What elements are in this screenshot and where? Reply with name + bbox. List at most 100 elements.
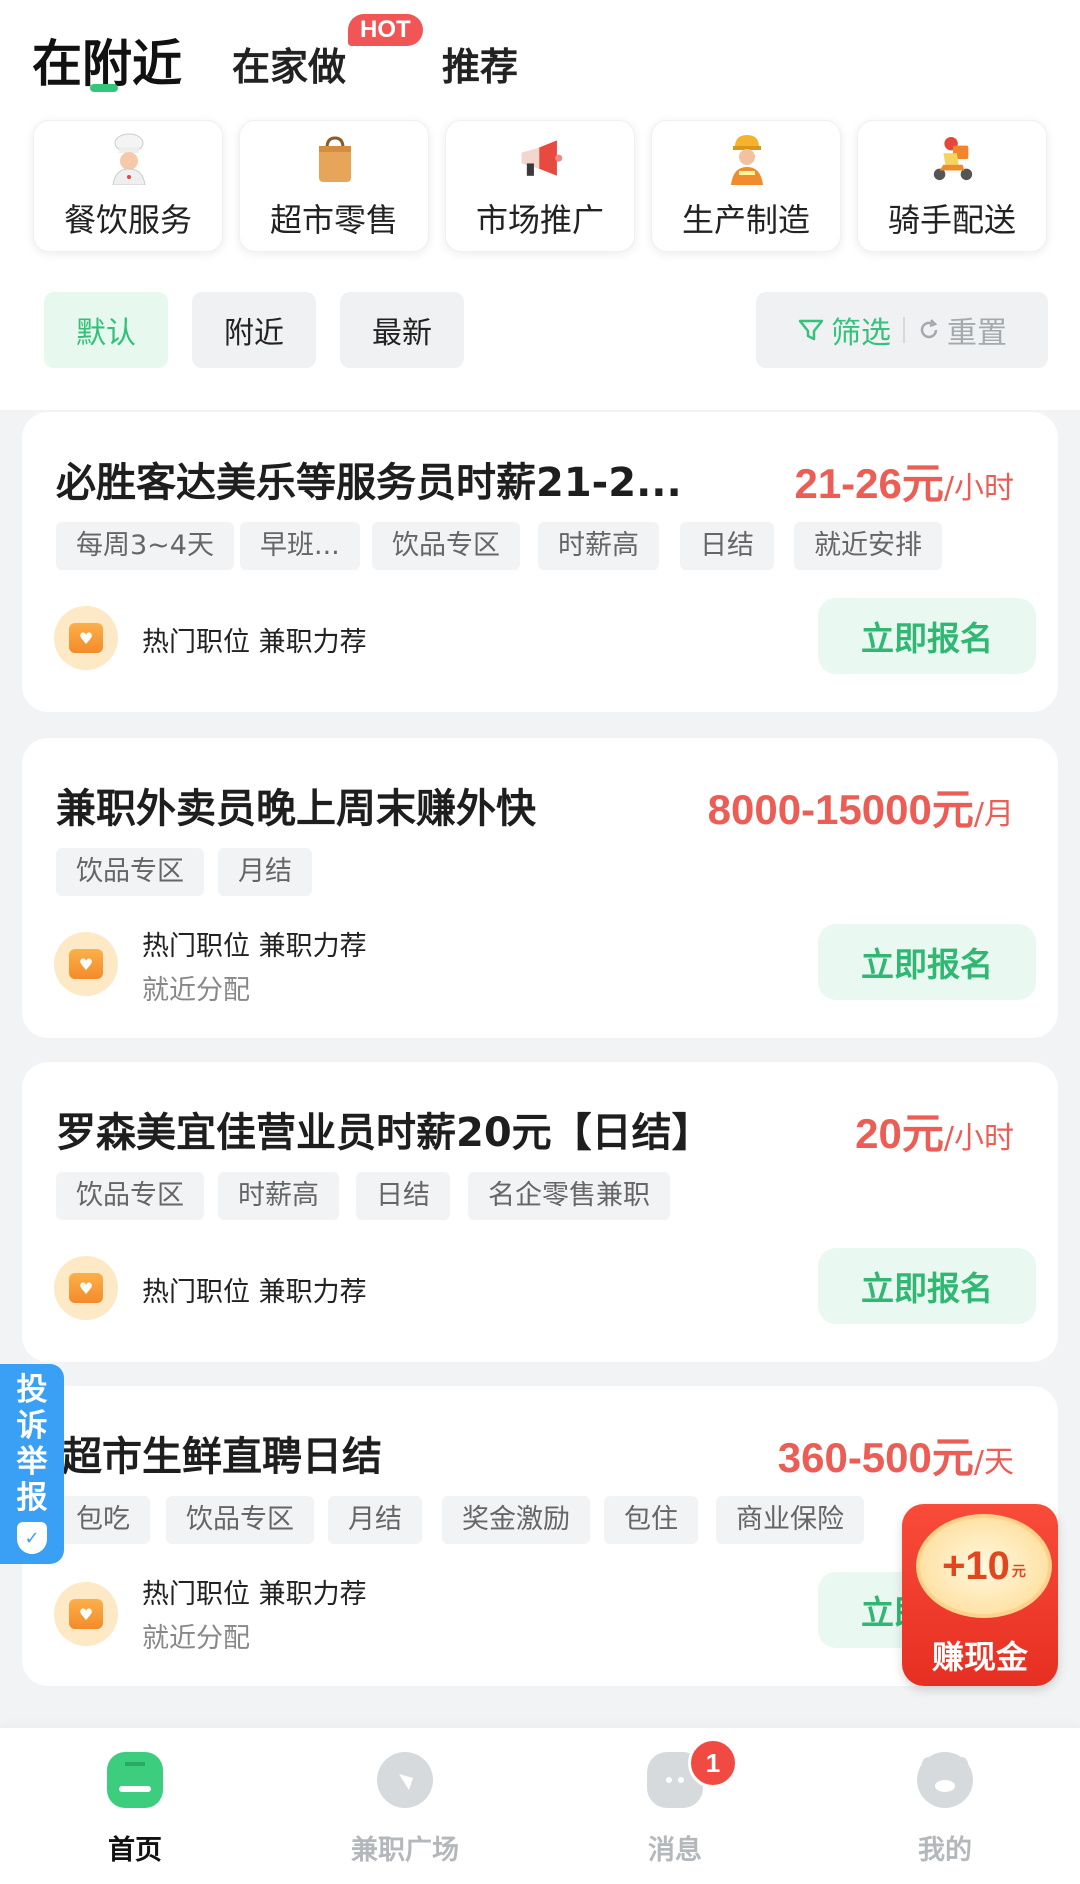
- job-title: 必胜客达美乐等服务员时薪21-2...: [56, 460, 682, 506]
- job-tag: 饮品专区: [56, 848, 204, 896]
- job-pay: 8000-15000元/月: [708, 776, 1014, 837]
- shield-check-icon: ✓: [17, 1522, 47, 1554]
- apply-button[interactable]: 立即报名: [818, 1248, 1036, 1324]
- pay-amount: 21-26元: [794, 460, 944, 507]
- filter-label: 筛选: [831, 316, 891, 351]
- job-title: 兼职外卖员晚上周末赚外快: [56, 786, 536, 832]
- job-tag: 饮品专区: [166, 1496, 314, 1544]
- pay-unit: /小时: [943, 1121, 1014, 1156]
- tab-work-from-home[interactable]: 在家做: [232, 36, 346, 91]
- category-rider-delivery[interactable]: 骑手配送: [857, 120, 1047, 252]
- job-pay: 21-26元/小时: [794, 450, 1014, 511]
- thumbs-up-icon: ♥: [54, 1256, 118, 1320]
- nearby-assign-text: 就近分配: [142, 1623, 250, 1654]
- job-tag: 奖金激励: [442, 1496, 590, 1544]
- job-tag: 名企零售兼职: [468, 1172, 670, 1220]
- job-tag: 就近安排: [794, 522, 942, 570]
- complaint-report-tab[interactable]: 投诉举报 ✓: [0, 1364, 64, 1564]
- nav-mine[interactable]: 我的: [810, 1728, 1080, 1884]
- job-tag: 每周3~4天: [56, 522, 234, 570]
- chef-icon: [106, 133, 152, 185]
- nav-label: 首页: [108, 1835, 162, 1866]
- category-manufacturing[interactable]: 生产制造: [651, 120, 841, 252]
- filter-bar: 默认 附近 最新 筛选 重置: [44, 292, 1048, 368]
- bear-face-icon: [917, 1752, 973, 1808]
- job-tag: 日结: [680, 522, 774, 570]
- top-header: 在附近 在家做 HOT 推荐 餐饮服务 超市零售 市场推广 生产制造 骑手配送 …: [0, 0, 1080, 410]
- message-badge: 1: [688, 1738, 738, 1788]
- nav-messages[interactable]: 消息: [540, 1728, 810, 1884]
- category-label: 市场推广: [475, 201, 604, 239]
- apply-button[interactable]: 立即报名: [818, 924, 1036, 1000]
- category-label: 超市零售: [269, 201, 398, 239]
- earn-cash-float-button[interactable]: +10 元 赚现金: [902, 1504, 1058, 1686]
- category-label: 餐饮服务: [63, 201, 192, 239]
- pay-unit: /月: [973, 797, 1014, 832]
- sort-newest-button[interactable]: 最新: [340, 292, 464, 368]
- job-title: 超市生鲜直聘日结: [62, 1434, 382, 1480]
- thumbs-up-icon: ♥: [54, 1582, 118, 1646]
- delivery-rider-icon: [930, 133, 976, 185]
- home-icon: [107, 1752, 163, 1808]
- nav-label: 兼职广场: [351, 1835, 459, 1866]
- sort-default-button[interactable]: 默认: [44, 292, 168, 368]
- compass-icon: [377, 1752, 433, 1808]
- category-label: 骑手配送: [887, 201, 1016, 239]
- job-tag: 商业保险: [716, 1496, 864, 1544]
- job-tag: 包吃: [56, 1496, 150, 1544]
- category-supermarket[interactable]: 超市零售: [239, 120, 429, 252]
- apply-button[interactable]: 立即报名: [818, 598, 1036, 674]
- complaint-label: 投诉举报: [16, 1372, 48, 1516]
- nav-plaza[interactable]: 兼职广场: [270, 1728, 540, 1884]
- category-catering[interactable]: 餐饮服务: [33, 120, 223, 252]
- job-tag: 包住: [604, 1496, 698, 1544]
- job-card[interactable]: 兼职外卖员晚上周末赚外快 8000-15000元/月 饮品专区 月结 ♥ 热门职…: [22, 738, 1058, 1038]
- reward-label: 赚现金: [931, 1638, 1028, 1676]
- pay-amount: 360-500元: [777, 1434, 974, 1481]
- job-tag: 时薪高: [538, 522, 659, 570]
- job-tag: 饮品专区: [372, 522, 520, 570]
- job-pay: 360-500元/天: [778, 1424, 1014, 1485]
- pay-amount: 8000-15000元: [707, 786, 974, 833]
- job-pay: 20元/小时: [855, 1100, 1014, 1161]
- category-row: 餐饮服务 超市零售 市场推广 生产制造 骑手配送: [33, 120, 1049, 252]
- thumbs-up-icon: ♥: [54, 606, 118, 670]
- category-label: 生产制造: [681, 201, 810, 239]
- shopping-bag-icon: [312, 133, 358, 185]
- reward-amount: +10: [942, 1543, 1010, 1588]
- job-tag: 饮品专区: [56, 1172, 204, 1220]
- tab-recommended[interactable]: 推荐: [442, 36, 518, 91]
- reset-button[interactable]: 重置: [917, 308, 1007, 352]
- filter-reset-group: 筛选 重置: [756, 292, 1048, 368]
- nearby-assign-text: 就近分配: [142, 975, 250, 1006]
- nav-home[interactable]: 首页: [0, 1728, 270, 1884]
- reset-label: 重置: [947, 316, 1007, 351]
- job-tag: 月结: [218, 848, 312, 896]
- hot-recommend-text: 热门职位 兼职力荐: [142, 931, 367, 962]
- job-tag: 日结: [356, 1172, 450, 1220]
- hot-recommend-text: 热门职位 兼职力荐: [142, 627, 367, 658]
- category-marketing[interactable]: 市场推广: [445, 120, 635, 252]
- megaphone-icon: [518, 133, 564, 185]
- tab-active-indicator: [90, 84, 118, 92]
- thumbs-up-icon: ♥: [54, 932, 118, 996]
- nav-label: 我的: [918, 1835, 972, 1866]
- hot-recommend-text: 热门职位 兼职力荐: [142, 1579, 367, 1610]
- divider: [903, 317, 905, 343]
- nav-label: 消息: [648, 1835, 702, 1866]
- hot-recommend-text: 热门职位 兼职力荐: [142, 1277, 367, 1308]
- job-tag: 时薪高: [218, 1172, 339, 1220]
- pay-unit: /小时: [943, 471, 1014, 506]
- refresh-icon: [920, 319, 938, 339]
- sort-nearby-button[interactable]: 附近: [192, 292, 316, 368]
- hot-badge: HOT: [348, 14, 423, 46]
- filter-button[interactable]: 筛选: [797, 308, 891, 352]
- bottom-nav: 首页 兼职广场 消息 1 我的: [0, 1728, 1080, 1884]
- job-tag: 早班...: [240, 522, 360, 570]
- worker-icon: [724, 133, 770, 185]
- job-tag: 月结: [328, 1496, 422, 1544]
- filter-icon: [798, 319, 824, 341]
- job-card[interactable]: 必胜客达美乐等服务员时薪21-2... 21-26元/小时 每周3~4天 早班.…: [22, 412, 1058, 712]
- reward-currency: 元: [1011, 1563, 1026, 1579]
- job-card[interactable]: 罗森美宜佳营业员时薪20元【日结】 20元/小时 饮品专区 时薪高 日结 名企零…: [22, 1062, 1058, 1362]
